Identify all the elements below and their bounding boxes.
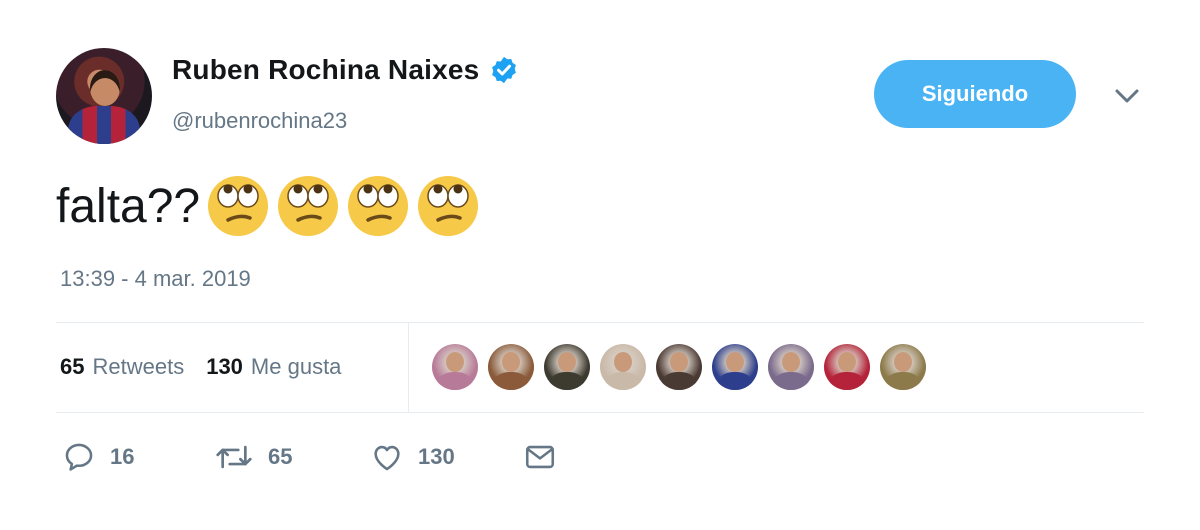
liker-avatar[interactable] [600, 344, 646, 390]
rolling-eyes-emoji-icon [348, 176, 409, 236]
heart-icon [374, 445, 400, 471]
reply-action[interactable]: 16 [62, 440, 214, 474]
author-display-name[interactable]: Ruben Rochina Naixes [172, 54, 479, 86]
likes-stat-count: 130 [206, 354, 243, 379]
liker-avatar[interactable] [432, 344, 478, 390]
like-action[interactable]: 130 [370, 440, 522, 474]
author-handle[interactable]: @rubenrochina23 [172, 108, 347, 134]
liker-avatar[interactable] [824, 344, 870, 390]
liker-avatar[interactable] [712, 344, 758, 390]
rolling-eyes-emoji-icon [208, 176, 269, 236]
retweet-icon [216, 445, 252, 469]
liker-avatar[interactable] [656, 344, 702, 390]
retweets-stat-count: 65 [60, 354, 85, 379]
liker-avatar[interactable] [488, 344, 534, 390]
likers-facepile [432, 344, 926, 390]
author-name-row: Ruben Rochina Naixes [172, 54, 519, 86]
retweets-stat-label: Retweets [92, 354, 185, 379]
likes-stat[interactable]: 130 Me gusta [206, 354, 341, 380]
liker-avatar[interactable] [544, 344, 590, 390]
reply-count: 16 [110, 444, 135, 469]
envelope-icon [525, 445, 555, 469]
liker-avatar[interactable] [768, 344, 814, 390]
retweet-action[interactable]: 65 [214, 440, 370, 474]
rolling-eyes-emoji-icon [418, 176, 479, 236]
likes-stat-label: Me gusta [250, 354, 342, 379]
following-button[interactable]: Siguiendo [874, 60, 1076, 128]
tweet-text: falta?? [56, 170, 480, 242]
author-avatar[interactable] [56, 48, 152, 144]
verified-badge-icon [492, 56, 517, 84]
stats-vertical-divider [408, 322, 409, 412]
retweets-stat[interactable]: 65 Retweets [60, 354, 184, 380]
retweet-count: 65 [268, 444, 293, 469]
stats-top-divider [56, 322, 1144, 323]
tweet-actions: 16 65 130 [62, 440, 558, 474]
rolling-eyes-emoji-icon [278, 176, 339, 236]
stats-bottom-divider [56, 412, 1144, 413]
tweet-text-body: falta?? [56, 179, 201, 233]
direct-message-action[interactable] [522, 440, 558, 474]
like-count: 130 [418, 444, 455, 469]
chevron-down-icon[interactable] [1112, 84, 1142, 108]
liker-avatar[interactable] [880, 344, 926, 390]
reply-icon [65, 443, 93, 471]
tweet-timestamp[interactable]: 13:39 - 4 mar. 2019 [60, 266, 251, 292]
tweet-card: Ruben Rochina Naixes @rubenrochina23 Sig… [0, 0, 1200, 530]
engagement-stats: 65 Retweets 130 Me gusta [60, 354, 341, 380]
